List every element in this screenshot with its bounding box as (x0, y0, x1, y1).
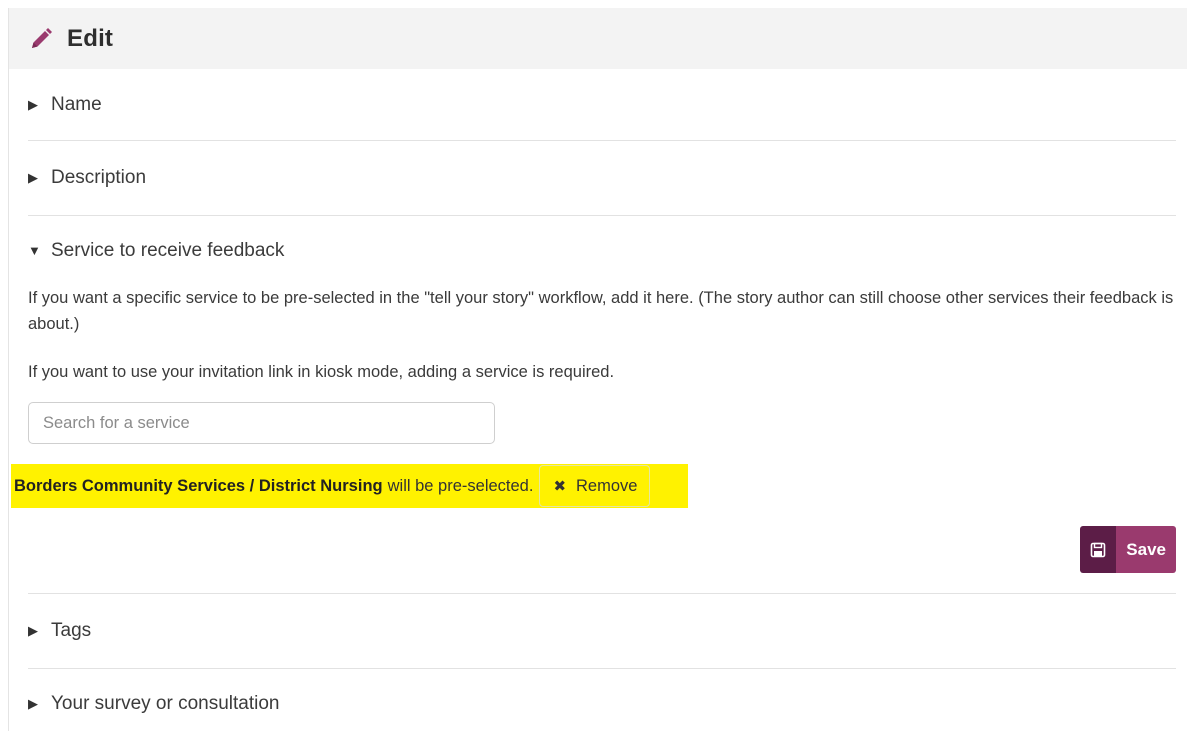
expand-arrow-icon: ▶ (28, 170, 38, 185)
section-label: Service to receive feedback (51, 239, 285, 261)
section-label: Name (51, 93, 102, 115)
selected-service-name: Borders Community Services / District Nu… (14, 476, 383, 495)
section-toggle-tags[interactable]: ▶ Tags (28, 594, 1176, 668)
section-label: Tags (51, 620, 92, 641)
expand-arrow-icon: ▶ (28, 696, 38, 711)
highlight-bar: Borders Community Services / District Nu… (11, 464, 689, 508)
pencil-icon (32, 27, 52, 48)
page-title: Edit (67, 24, 114, 52)
service-help-text: If you want a specific service to be pre… (28, 289, 1174, 333)
section-service: ▼ Service to receive feedback If you wan… (11, 216, 1176, 594)
section-name: ▶ Name (28, 69, 1176, 141)
close-icon: ✖ (553, 478, 567, 495)
section-tags: ▶ Tags (28, 594, 1176, 669)
service-search-input[interactable] (28, 402, 495, 444)
preselected-service-notice: Borders Community Services / District Nu… (11, 464, 689, 508)
kiosk-help-text: If you want to use your invitation link … (28, 363, 615, 381)
highlight-tail (650, 464, 689, 508)
preselect-suffix: will be pre-selected. (387, 476, 534, 495)
collapse-arrow-icon: ▼ (28, 243, 41, 258)
remove-button[interactable]: ✖ Remove (539, 465, 651, 507)
section-description: ▶ Description (28, 141, 1176, 216)
section-label: Description (51, 167, 147, 188)
edit-sections: ▶ Name ▶ Description ▼ Service to receiv… (11, 69, 1176, 735)
section-toggle-description[interactable]: ▶ Description (28, 141, 1176, 215)
panel-header: Edit (9, 8, 1187, 69)
floppy-disk-icon (1080, 526, 1117, 573)
section-toggle-service[interactable]: ▼ Service to receive feedback (28, 216, 1176, 285)
section-label: Your survey or consultation (51, 693, 280, 714)
expand-arrow-icon: ▶ (28, 96, 38, 112)
save-label: Save (1116, 526, 1176, 573)
remove-label: Remove (576, 476, 638, 495)
edit-panel: Edit ▶ Name ▶ Description ▼ Service to r… (8, 8, 1187, 731)
save-button[interactable]: Save (1080, 526, 1176, 573)
section-toggle-name[interactable]: ▶ Name (28, 69, 1176, 140)
expand-arrow-icon: ▶ (28, 623, 38, 638)
section-survey: ▶ Your survey or consultation (28, 669, 1176, 735)
section-toggle-survey[interactable]: ▶ Your survey or consultation (28, 669, 1176, 739)
